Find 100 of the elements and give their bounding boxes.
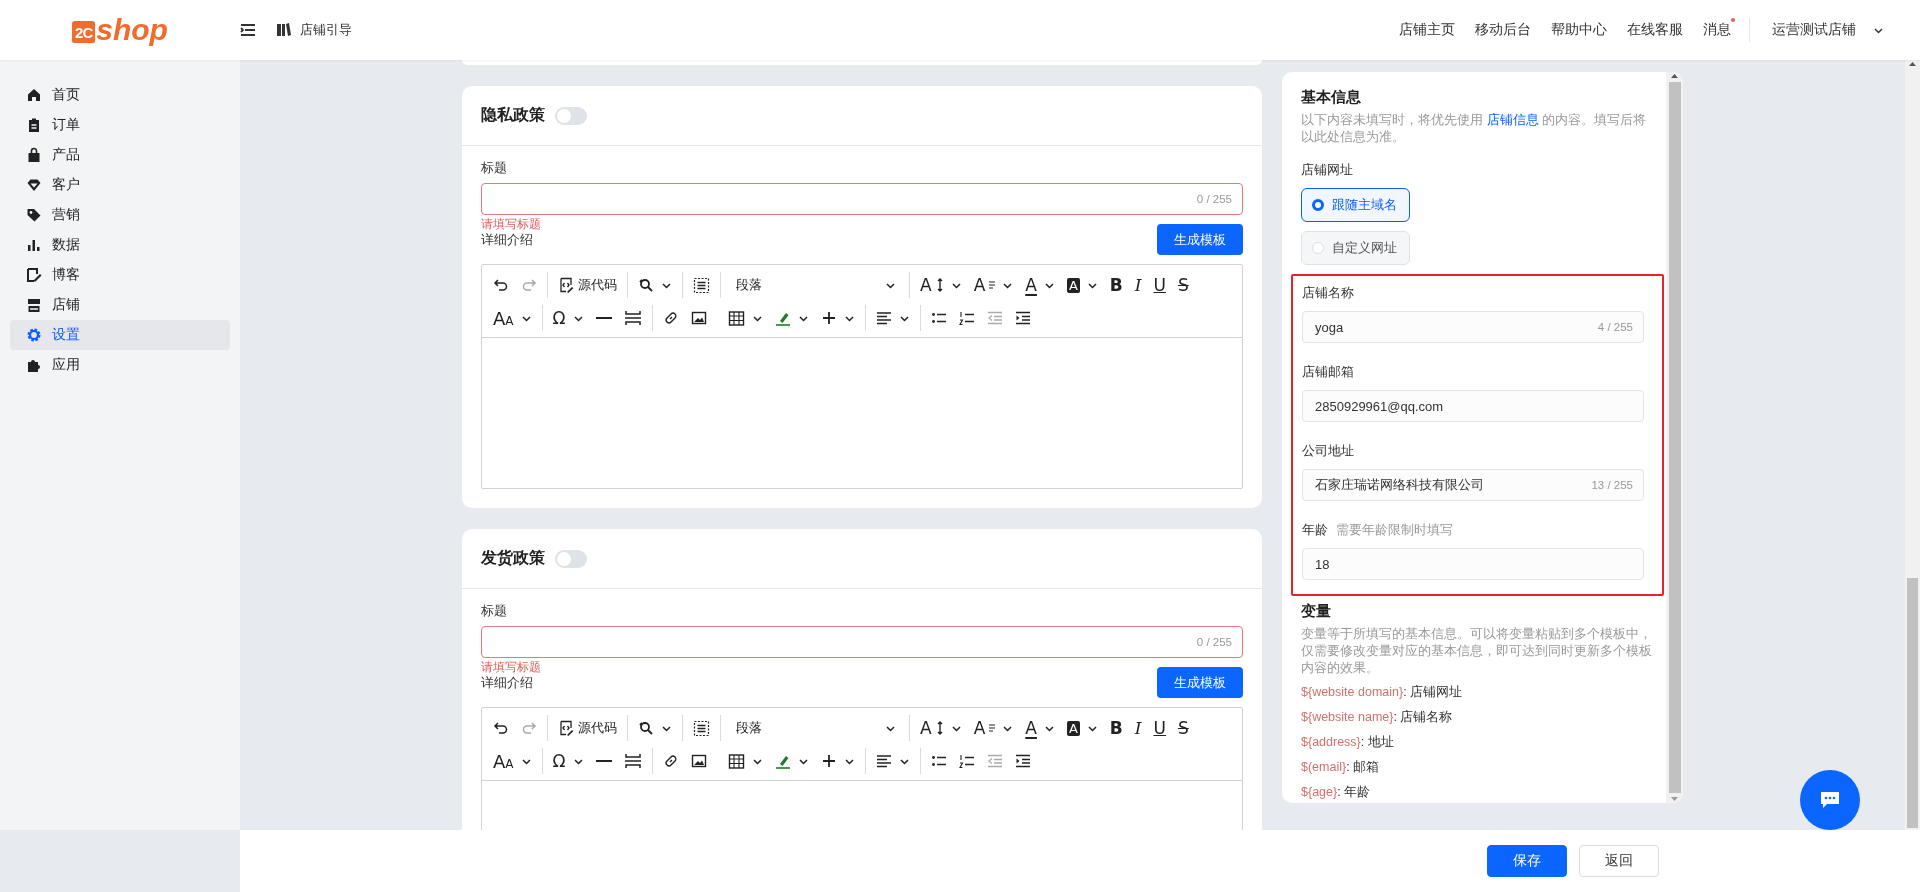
sidebar-item[interactable]: 营销 bbox=[10, 200, 230, 230]
indent-icon bbox=[1014, 753, 1031, 769]
align-left-icon bbox=[875, 310, 892, 326]
store-switcher[interactable]: 运营测试店铺 bbox=[1762, 21, 1894, 39]
field-label: 公司地址 bbox=[1302, 443, 1354, 458]
save-button[interactable]: 保存 bbox=[1487, 845, 1567, 877]
text-input[interactable]: 石家庄瑞诺网络科技有限公司 13 / 255 bbox=[1302, 469, 1644, 501]
special-character-button[interactable]: Ω bbox=[547, 304, 589, 332]
variable-entry: ${age}: 年龄 bbox=[1301, 784, 1372, 801]
char-counter: 13 / 255 bbox=[1591, 479, 1633, 491]
collapse-menu-icon bbox=[240, 22, 256, 38]
sidebar-item[interactable]: 产品 bbox=[10, 140, 230, 170]
strikethrough-button[interactable]: S bbox=[1172, 271, 1194, 299]
edit-icon bbox=[26, 267, 42, 283]
bold-button[interactable]: B bbox=[1104, 714, 1128, 742]
up-arrow-icon bbox=[1670, 72, 1679, 80]
error-message: 请填写标题 bbox=[481, 660, 542, 674]
sidebar-item[interactable]: 数据 bbox=[10, 230, 230, 260]
bold-button[interactable]: B bbox=[1104, 271, 1128, 299]
lines-icon bbox=[989, 722, 996, 734]
sidebar-item[interactable]: 设置 bbox=[10, 320, 230, 350]
background-color-button[interactable]: A bbox=[1061, 714, 1103, 742]
nav-link[interactable]: 消息 bbox=[1693, 21, 1741, 39]
guide-link[interactable]: 店铺引导 bbox=[300, 21, 352, 39]
generate-template-button[interactable]: 生成模板 bbox=[1157, 224, 1243, 255]
page-break-icon bbox=[623, 752, 642, 770]
scrollbar-thumb[interactable] bbox=[1668, 82, 1681, 793]
undo-icon bbox=[493, 720, 509, 736]
italic-button[interactable]: I bbox=[1129, 271, 1147, 299]
outdent-icon bbox=[986, 310, 1003, 326]
font-size-button[interactable]: A bbox=[915, 271, 967, 299]
horizontal-line-icon bbox=[595, 760, 612, 762]
section-description: 以下内容未填写时，将优先使用 店铺信息 的内容。填写后将以此处信息为准。 bbox=[1301, 111, 1648, 145]
plus-icon bbox=[820, 753, 837, 769]
radio-option[interactable]: 跟随主域名 bbox=[1301, 188, 1410, 222]
line-height-button[interactable]: A bbox=[968, 271, 1019, 299]
back-button[interactable]: 返回 bbox=[1579, 845, 1659, 877]
background-color-button[interactable]: A bbox=[1061, 271, 1103, 299]
up-down-arrow-icon bbox=[935, 720, 944, 736]
text-color-button[interactable]: A bbox=[1020, 271, 1060, 299]
special-character-button[interactable]: Ω bbox=[547, 747, 589, 775]
sidebar-item[interactable]: 应用 bbox=[10, 350, 230, 380]
link-icon bbox=[662, 753, 679, 769]
source-code-button[interactable]: 源代码 bbox=[553, 271, 622, 299]
source-code-button[interactable]: 源代码 bbox=[553, 714, 622, 742]
book-icon bbox=[276, 22, 292, 38]
underline-button[interactable]: U bbox=[1148, 714, 1171, 742]
nav-link[interactable]: 移动后台 bbox=[1465, 21, 1541, 39]
text-input[interactable]: yoga 4 / 255 bbox=[1302, 311, 1644, 343]
tag-icon bbox=[26, 207, 42, 223]
redo-icon bbox=[521, 277, 537, 293]
toggle-switch[interactable] bbox=[555, 549, 587, 568]
strikethrough-button[interactable]: S bbox=[1172, 714, 1194, 742]
scrollbar-thumb[interactable] bbox=[1907, 578, 1918, 828]
sidebar-item[interactable]: 首页 bbox=[10, 80, 230, 110]
page-break-icon bbox=[623, 309, 642, 327]
sidebar-item[interactable]: 店铺 bbox=[10, 290, 230, 320]
field-label: 标题 bbox=[481, 602, 508, 620]
chat-button[interactable] bbox=[1800, 770, 1860, 830]
home-icon bbox=[26, 87, 42, 103]
clipboard-icon bbox=[26, 117, 42, 133]
sidebar-item[interactable]: 客户 bbox=[10, 170, 230, 200]
letter-case-button[interactable]: AA bbox=[488, 747, 537, 775]
nav-link[interactable]: 在线客服 bbox=[1617, 21, 1693, 39]
store-info-link[interactable]: 店铺信息 bbox=[1486, 112, 1539, 127]
sidebar-item[interactable]: 订单 bbox=[10, 110, 230, 140]
toggle-switch[interactable] bbox=[555, 106, 587, 125]
page-scrollbar[interactable] bbox=[1905, 60, 1920, 830]
panel-scrollbar[interactable] bbox=[1666, 72, 1683, 803]
nav-link[interactable]: 帮助中心 bbox=[1541, 21, 1617, 39]
link-icon bbox=[662, 310, 679, 326]
field-label: 详细介绍 bbox=[481, 231, 533, 249]
section-title: 变量 bbox=[1301, 601, 1332, 621]
dotted-box-icon bbox=[693, 719, 710, 737]
nav-link[interactable]: 店铺主页 bbox=[1389, 21, 1465, 39]
underline-button[interactable]: U bbox=[1148, 271, 1171, 299]
block-format-select[interactable]: 段落 bbox=[726, 271, 904, 299]
variable-entry: ${website name}: 店铺名称 bbox=[1301, 709, 1454, 726]
up-down-arrow-icon bbox=[935, 277, 944, 293]
block-format-select[interactable]: 段落 bbox=[726, 714, 904, 742]
variable-entry: $(email}: 邮箱 bbox=[1301, 759, 1381, 776]
code-edit-icon bbox=[558, 720, 574, 736]
generate-template-button[interactable]: 生成模板 bbox=[1157, 667, 1243, 698]
search-icon bbox=[638, 277, 654, 293]
radio-option[interactable]: 自定义网址 bbox=[1301, 231, 1410, 265]
sidebar-item[interactable]: 博客 bbox=[10, 260, 230, 290]
diamond-icon bbox=[26, 177, 42, 193]
font-size-button[interactable]: A bbox=[915, 714, 967, 742]
menu-icon[interactable] bbox=[240, 22, 256, 38]
rich-text-editor[interactable]: 源代码 段落 A A A A B I U S AA Ω bbox=[481, 264, 1243, 489]
line-height-button[interactable]: A bbox=[968, 714, 1019, 742]
lines-icon bbox=[989, 279, 996, 291]
text-input[interactable]: 2850929961@qq.com bbox=[1302, 390, 1644, 422]
italic-button[interactable]: I bbox=[1129, 714, 1147, 742]
letter-case-button[interactable]: AA bbox=[488, 304, 537, 332]
text-color-button[interactable]: A bbox=[1020, 714, 1060, 742]
char-counter: 0 / 255 bbox=[1196, 193, 1232, 205]
shopping-bag-icon bbox=[26, 147, 42, 163]
section-title: 基本信息 bbox=[1301, 87, 1362, 107]
text-input[interactable]: 18 bbox=[1302, 548, 1644, 580]
